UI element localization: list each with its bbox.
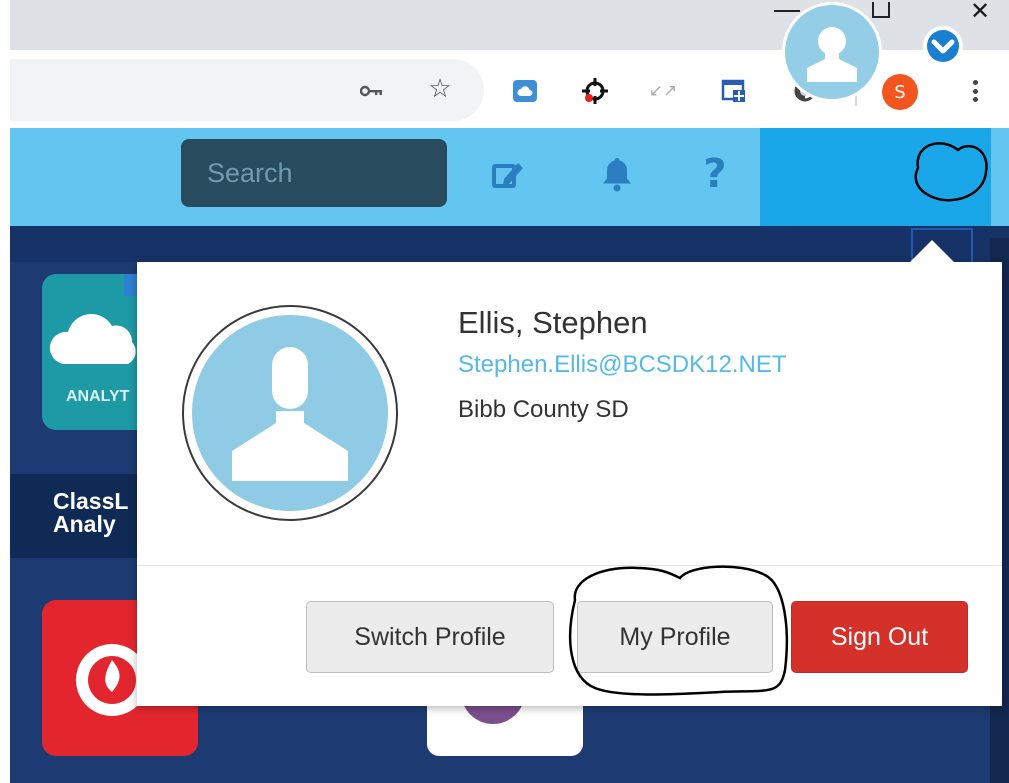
- profile-email[interactable]: Stephen.Ellis@BCSDK12.NET: [458, 351, 787, 379]
- arrows-extension-icon[interactable]: ↙↗: [648, 76, 678, 106]
- user-menu-area[interactable]: [760, 128, 991, 226]
- my-profile-button[interactable]: My Profile: [577, 601, 773, 673]
- edit-icon[interactable]: [488, 152, 528, 196]
- bell-icon[interactable]: [597, 152, 637, 196]
- analytics-tile-badge: ANALYT: [66, 388, 130, 405]
- dropdown-caret: [910, 240, 954, 262]
- app-tile-partial[interactable]: [427, 700, 583, 756]
- cloud-extension-icon[interactable]: [510, 76, 540, 106]
- analytics-tile-caption[interactable]: ClassL Analy: [53, 490, 128, 536]
- target-extension-icon[interactable]: [580, 76, 610, 106]
- dropdown-divider: [137, 565, 1002, 566]
- profile-avatar: [182, 305, 398, 521]
- profile-name: Ellis, Stephen: [458, 305, 648, 340]
- sign-out-button[interactable]: Sign Out: [791, 601, 968, 673]
- header-user-avatar[interactable]: [782, 2, 882, 102]
- key-icon[interactable]: [357, 76, 387, 106]
- dashboard-top-band: [10, 226, 1009, 262]
- search-input[interactable]: [181, 139, 447, 207]
- browser-menu-icon[interactable]: [968, 76, 982, 106]
- help-icon[interactable]: ?: [695, 151, 735, 197]
- user-dropdown-toggle[interactable]: [906, 8, 982, 80]
- window-extension-icon[interactable]: [719, 76, 749, 106]
- star-icon[interactable]: ☆: [425, 74, 455, 104]
- profile-organization: Bibb County SD: [458, 396, 629, 423]
- app-header: ?: [10, 128, 1009, 226]
- address-bar[interactable]: [10, 59, 484, 121]
- switch-profile-button[interactable]: Switch Profile: [306, 601, 554, 673]
